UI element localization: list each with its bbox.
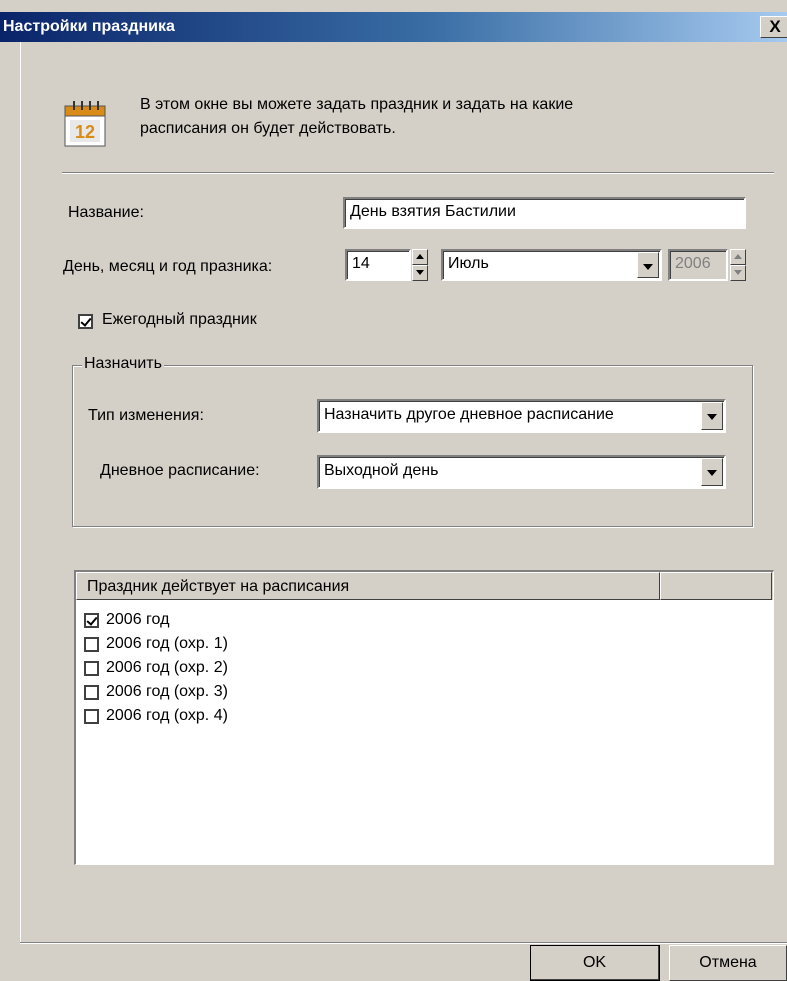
list-header-column-schedules[interactable]: Праздник действует на расписания <box>76 572 660 600</box>
list-header: Праздник действует на расписания <box>76 572 773 600</box>
change-type-value: Назначить другое дневное расписание <box>324 406 614 423</box>
footer-separator <box>20 942 787 944</box>
calendar-icon: 12 <box>64 101 106 147</box>
list-item-label: 2006 год (охр. 2) <box>106 659 228 676</box>
change-type-label: Тип изменения: <box>88 407 204 424</box>
daily-schedule-select[interactable]: Выходной день <box>317 455 726 489</box>
list-item-checkbox[interactable] <box>84 709 99 724</box>
list-header-label: Праздник действует на расписания <box>87 578 350 595</box>
list-item-checkbox[interactable] <box>84 613 99 628</box>
calendar-icon-number: 12 <box>75 122 95 142</box>
date-label: День, месяц и год празника: <box>63 258 273 275</box>
list-item-checkbox[interactable] <box>84 661 99 676</box>
day-spin-down-icon[interactable] <box>412 265 428 281</box>
month-select[interactable]: Июль <box>441 249 662 281</box>
cancel-button[interactable]: Отмена <box>669 945 787 981</box>
close-icon: X <box>769 17 781 36</box>
daily-schedule-label: Дневное расписание: <box>100 462 260 479</box>
year-spin-up-icon <box>730 249 746 265</box>
year-spin-down-icon <box>730 265 746 281</box>
year-input: 2006 <box>668 249 728 281</box>
day-spin-up-icon[interactable] <box>412 249 428 265</box>
name-label: Название: <box>68 204 144 221</box>
month-dropdown-arrow-icon[interactable] <box>637 252 659 278</box>
ok-button[interactable]: OK <box>530 945 660 981</box>
annual-label: Ежегодный праздник <box>102 311 257 328</box>
schedules-listview[interactable]: Праздник действует на расписания 2006 го… <box>74 570 774 865</box>
day-input-value: 14 <box>352 255 370 272</box>
day-spinner[interactable] <box>412 249 428 281</box>
list-item-label: 2006 год (охр. 3) <box>106 683 228 700</box>
info-text-line1: В этом окне вы можете задать праздник и … <box>140 96 574 113</box>
daily-schedule-value: Выходной день <box>324 462 439 479</box>
list-header-column-empty[interactable] <box>660 572 772 600</box>
close-button[interactable]: X <box>760 16 787 38</box>
change-type-dropdown-arrow-icon[interactable] <box>701 402 723 430</box>
assign-group-title: Назначить <box>82 355 164 373</box>
annual-checkbox[interactable] <box>78 314 93 329</box>
list-item-label: 2006 год (охр. 1) <box>106 635 228 652</box>
year-spinner <box>730 249 746 281</box>
list-item-label: 2006 год <box>106 611 170 628</box>
list-item-label: 2006 год (охр. 4) <box>106 707 228 724</box>
info-separator <box>62 172 774 174</box>
info-text-line2: расписания он будет действовать. <box>140 120 396 137</box>
list-item-checkbox[interactable] <box>84 685 99 700</box>
assign-groupbox <box>72 365 753 527</box>
holiday-settings-dialog: Настройки праздника X 12 В этом окне вы … <box>0 0 787 981</box>
name-input[interactable]: День взятия Бастилии <box>343 197 746 229</box>
year-input-value: 2006 <box>675 255 711 272</box>
list-item-checkbox[interactable] <box>84 637 99 652</box>
month-select-value: Июль <box>448 255 489 272</box>
day-input[interactable]: 14 <box>345 249 411 281</box>
title-bar[interactable]: Настройки праздника X <box>0 12 787 42</box>
change-type-select[interactable]: Назначить другое дневное расписание <box>317 399 726 433</box>
name-input-value: День взятия Бастилии <box>350 203 516 220</box>
daily-schedule-dropdown-arrow-icon[interactable] <box>701 458 723 486</box>
window-title: Настройки праздника <box>3 18 175 35</box>
